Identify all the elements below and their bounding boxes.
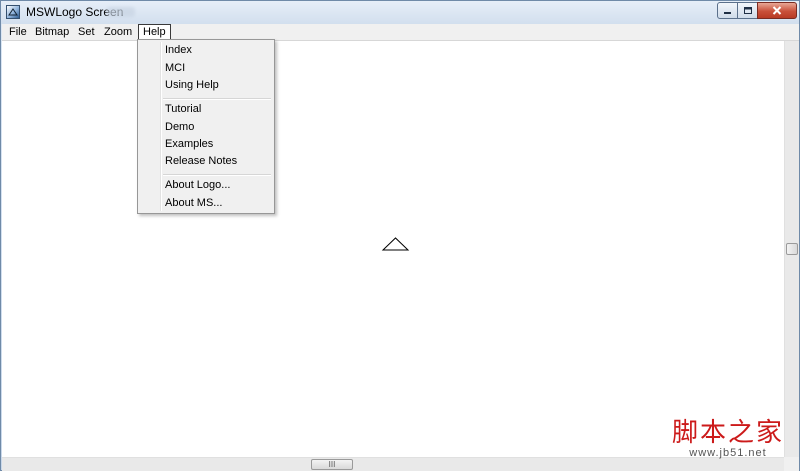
help-dropdown-menu: Index MCI Using Help Tutorial Demo Examp… [137,39,275,214]
watermark-text: 脚本之家 [671,418,784,448]
menu-file[interactable]: File [5,24,31,40]
minimize-button[interactable] [717,2,738,19]
minimize-icon [724,12,731,14]
app-window: MSWLogo Screen File Bitmap Set Zoom Help [0,0,800,471]
mswlogo-app-icon[interactable] [6,5,20,19]
close-icon [772,6,782,15]
menu-item-examples[interactable]: Examples [140,136,272,153]
menu-item-using-help[interactable]: Using Help [140,77,272,94]
menu-help[interactable]: Help [138,24,171,40]
vertical-scrollbar[interactable] [784,41,799,457]
menu-item-tutorial[interactable]: Tutorial [140,101,272,118]
turtle-triangle-icon [381,237,410,251]
watermark: 脚本之家 www.jb51.net [669,419,787,459]
menu-separator [163,174,271,176]
horizontal-scroll-thumb[interactable]: III [311,459,353,470]
watermark-url: www.jb51.net [689,447,767,459]
scroll-grip: III [328,460,336,469]
menu-zoom[interactable]: Zoom [100,24,136,40]
size-grip[interactable] [784,457,799,471]
menu-item-index[interactable]: Index [140,42,272,59]
menu-set[interactable]: Set [74,24,99,40]
menu-item-mci[interactable]: MCI [140,60,272,77]
menu-item-release-notes[interactable]: Release Notes [140,153,272,170]
title-bar[interactable]: MSWLogo Screen [1,1,799,24]
vertical-scroll-thumb[interactable] [786,243,798,255]
close-button[interactable] [757,2,797,19]
menu-item-about-ms[interactable]: About MS... [140,195,272,212]
menu-bitmap[interactable]: Bitmap [31,24,73,40]
menu-bar: File Bitmap Set Zoom Help [2,24,799,41]
blurred-title-suffix [107,7,135,17]
menu-item-about-logo[interactable]: About Logo... [140,177,272,194]
menu-item-demo[interactable]: Demo [140,119,272,136]
menu-separator [163,98,271,100]
maximize-button[interactable] [737,2,758,19]
maximize-icon [743,7,752,14]
horizontal-scrollbar[interactable]: III [2,457,784,471]
